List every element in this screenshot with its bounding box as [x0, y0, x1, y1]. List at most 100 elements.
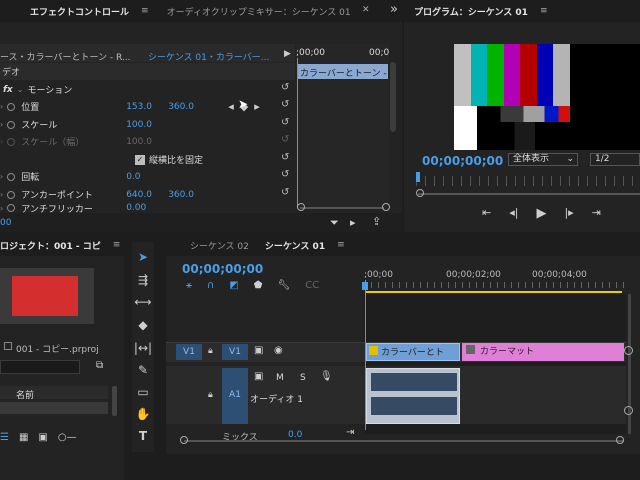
project-title[interactable]: ロジェクト：001 - コピ: [0, 239, 109, 252]
selection-tool-icon[interactable]: ➤: [132, 250, 154, 264]
hand-tool-icon[interactable]: ✋: [132, 407, 154, 421]
program-timeline-ruler[interactable]: [416, 176, 640, 186]
scroll-handle-bottom[interactable]: [624, 406, 633, 415]
reset-anchor-icon[interactable]: ↺: [281, 187, 289, 198]
tab-sequence-02[interactable]: シーケンス 02: [166, 239, 257, 252]
program-video-frame[interactable]: [454, 44, 640, 150]
reset-rotation-icon[interactable]: ↺: [281, 169, 289, 180]
work-area-bar[interactable]: [366, 291, 622, 293]
program-title[interactable]: プログラム：シーケンス 01: [404, 5, 536, 18]
panel-menu-icon[interactable]: ≡: [540, 6, 548, 16]
chevron-down-icon[interactable]: ⌄: [17, 85, 24, 94]
project-scrollbar[interactable]: [112, 386, 117, 416]
chevron-right-icon[interactable]: ›: [0, 120, 3, 129]
scroll-handle-right[interactable]: [382, 203, 390, 211]
fit-dropdown[interactable]: 全体表示 ⌄: [508, 153, 578, 166]
go-to-end-icon[interactable]: ⇥: [346, 427, 354, 438]
chevron-right-icon[interactable]: ›: [0, 102, 3, 111]
step-forward-icon[interactable]: |▸: [564, 206, 573, 221]
checkbox-checked-icon[interactable]: ✓: [135, 154, 145, 165]
effect-scroll-track[interactable]: [300, 207, 384, 209]
scale-row[interactable]: › スケール 100.0: [0, 116, 152, 133]
playhead-handle[interactable]: [362, 282, 368, 290]
resolution-dropdown[interactable]: 1/2: [590, 153, 640, 166]
source-clip-label[interactable]: ース・カラーバーとトーン - R...: [0, 50, 131, 63]
go-to-in-icon[interactable]: ⇤: [482, 206, 491, 221]
next-keyframe-icon[interactable]: ▸: [254, 100, 260, 113]
play-icon[interactable]: ▶: [536, 206, 546, 221]
antiflicker-row[interactable]: › アンチフリッカー 0.00: [0, 203, 146, 213]
ripple-edit-tool-icon[interactable]: ⟷: [132, 295, 154, 309]
panel-menu-icon[interactable]: ≡: [337, 240, 345, 250]
program-playhead[interactable]: [416, 172, 420, 182]
prev-keyframe-icon[interactable]: ◂: [228, 100, 234, 113]
microphone-icon[interactable]: 🎙︎: [320, 371, 333, 382]
go-to-out-icon[interactable]: ⇥: [592, 206, 601, 221]
anchor-x-value[interactable]: 640.0: [126, 190, 168, 200]
scroll-handle-left[interactable]: [297, 203, 305, 211]
reset-uniform-icon[interactable]: ↺: [281, 152, 289, 163]
sync-lock-icon[interactable]: ▣: [254, 371, 263, 382]
solo-button[interactable]: S: [300, 373, 306, 383]
tab-sequence-01[interactable]: シーケンス 01: [257, 239, 333, 252]
rectangle-tool-icon[interactable]: ▭: [132, 385, 154, 399]
clip-audio-tone[interactable]: [366, 368, 460, 424]
marker-play-icon[interactable]: ▸: [350, 216, 356, 229]
new-search-bin-icon[interactable]: ⧉: [96, 360, 103, 371]
project-search-input[interactable]: [0, 360, 80, 374]
rotation-row[interactable]: › 回転 0.0: [0, 168, 141, 185]
add-marker-icon[interactable]: ⬟: [254, 280, 263, 291]
slip-tool-icon[interactable]: |↔|: [132, 341, 154, 355]
project-thumbnail[interactable]: [0, 268, 94, 324]
clip-color-bars[interactable]: カラーバーとト: [366, 343, 460, 361]
program-scrollbar[interactable]: [418, 193, 640, 195]
anchor-y-value[interactable]: 360.0: [168, 190, 194, 200]
position-y-value[interactable]: 360.0: [168, 102, 228, 112]
uniform-scale-row[interactable]: ✓ 縦横比を固定: [135, 151, 203, 168]
v1-target[interactable]: V1: [222, 344, 248, 360]
export-icon[interactable]: ⇪: [372, 215, 381, 228]
mute-button[interactable]: M: [276, 373, 284, 383]
panel-menu-icon[interactable]: ≡: [113, 240, 121, 250]
list-view-icon[interactable]: ☰: [0, 432, 9, 443]
position-row[interactable]: › 位置 153.0 360.0 ◂ ◆ ▸: [0, 98, 260, 115]
mix-value[interactable]: 0.0: [288, 430, 302, 440]
timeline-timecode[interactable]: 00;00;00;00: [182, 262, 263, 276]
chevron-right-icon[interactable]: ›: [0, 172, 3, 181]
timeline-h-scrollbar[interactable]: [184, 440, 624, 442]
icon-view-icon[interactable]: ▦: [19, 432, 28, 443]
nest-icon[interactable]: ⚹: [186, 280, 192, 291]
timeline-playhead[interactable]: [365, 280, 366, 430]
wrench-icon[interactable]: 🔧︎: [277, 280, 290, 291]
reset-motion-icon[interactable]: ↺: [281, 82, 289, 93]
razor-tool-icon[interactable]: ◆: [132, 318, 154, 332]
sync-lock-icon[interactable]: ▣: [254, 345, 263, 356]
step-back-icon[interactable]: ◂|: [509, 206, 518, 221]
column-name-label[interactable]: 名前: [16, 388, 34, 401]
a1-target[interactable]: A1: [222, 368, 248, 424]
stopwatch-icon[interactable]: [7, 204, 16, 212]
play-arrow-icon[interactable]: ▶: [284, 49, 291, 59]
tab-audio-clip-mixer[interactable]: オーディオクリップミキサー：シーケンス 01: [159, 5, 359, 18]
chevron-right-icon[interactable]: ›: [0, 204, 3, 213]
rotation-value[interactable]: 0.0: [126, 172, 140, 182]
chevron-right-icon[interactable]: ›: [0, 190, 3, 199]
reset-scale-icon[interactable]: ↺: [281, 117, 289, 128]
bin-icon[interactable]: [4, 342, 12, 350]
clip-color-matte[interactable]: カラーマット: [462, 343, 624, 361]
fx-badge[interactable]: fx: [3, 85, 13, 95]
close-icon[interactable]: ✕: [362, 5, 370, 15]
scroll-handle-top[interactable]: [624, 346, 633, 355]
v1-source-patch[interactable]: V1: [176, 344, 202, 360]
scroll-handle-right[interactable]: [616, 436, 624, 444]
sequence-clip-label[interactable]: シーケンス 01・カラーバー...: [148, 50, 269, 63]
pen-tool-icon[interactable]: ✎: [132, 363, 154, 377]
track-select-tool-icon[interactable]: ⇶: [132, 273, 154, 287]
stopwatch-icon[interactable]: [7, 190, 16, 199]
tab-effect-controls[interactable]: エフェクトコントロール: [22, 5, 137, 18]
lock-icon[interactable]: 🔒︎: [208, 346, 213, 356]
anchor-row[interactable]: › アンカーポイント 640.0 360.0: [0, 186, 194, 203]
program-timecode[interactable]: 00;00;00;00: [422, 154, 503, 168]
overflow-tabs-icon[interactable]: »: [390, 2, 398, 17]
reset-position-icon[interactable]: ↺: [281, 99, 289, 110]
